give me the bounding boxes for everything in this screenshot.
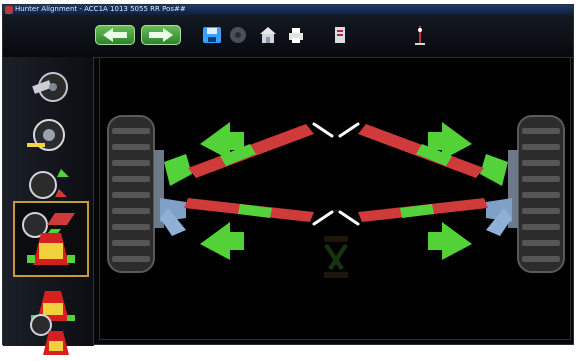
center-ticks xyxy=(312,122,360,226)
forward-button[interactable] xyxy=(141,25,181,45)
save-disk-icon[interactable] xyxy=(201,24,223,46)
app-icon xyxy=(5,6,13,14)
left-sensor-head xyxy=(160,154,192,236)
sidebar-item-spanner-wheel[interactable] xyxy=(17,65,81,109)
print-house-icon[interactable] xyxy=(257,24,279,46)
gray-disk-icon[interactable] xyxy=(227,24,249,46)
right-wheel xyxy=(508,115,565,273)
back-arrow-icon xyxy=(103,28,127,42)
sidebar-item-toe-align[interactable] xyxy=(13,201,89,277)
left-wheel xyxy=(107,115,164,273)
sidebar-item-caster-car[interactable] xyxy=(17,313,81,357)
right-bottom-arrow xyxy=(428,222,472,260)
wheel-measure-icon xyxy=(27,119,65,151)
titlebar: Hunter Alignment - ACC1A 1013 5055 RR Po… xyxy=(3,5,573,15)
toolbar xyxy=(3,15,573,58)
sidebar-item-wheel-measure[interactable] xyxy=(17,113,81,157)
caster-car-icon xyxy=(30,314,69,355)
spanner-wheel-icon xyxy=(32,72,68,102)
alignment-view xyxy=(99,57,571,340)
back-button[interactable] xyxy=(95,25,135,45)
left-bottom-arrow xyxy=(200,222,244,260)
right-lower-beam xyxy=(358,198,488,222)
printer-icon[interactable] xyxy=(285,24,307,46)
center-x-icon xyxy=(324,236,348,278)
measure-stand-icon[interactable] xyxy=(409,24,431,46)
runout-check-icon xyxy=(29,169,69,199)
forward-arrow-icon xyxy=(149,28,173,42)
window-title: Hunter Alignment - ACC1A 1013 5055 RR Po… xyxy=(15,5,186,13)
alignment-diagram xyxy=(107,115,565,278)
right-upper-beam xyxy=(358,124,484,178)
toe-align-icon xyxy=(22,212,75,265)
sidebar-item-runout-check[interactable] xyxy=(17,161,81,205)
left-upper-beam xyxy=(188,124,314,178)
left-lower-beam xyxy=(184,198,314,222)
sidebar xyxy=(3,57,94,355)
report-icon[interactable] xyxy=(329,24,351,46)
app-window: Hunter Alignment - ACC1A 1013 5055 RR Po… xyxy=(2,4,574,355)
right-sensor-head xyxy=(480,154,512,236)
